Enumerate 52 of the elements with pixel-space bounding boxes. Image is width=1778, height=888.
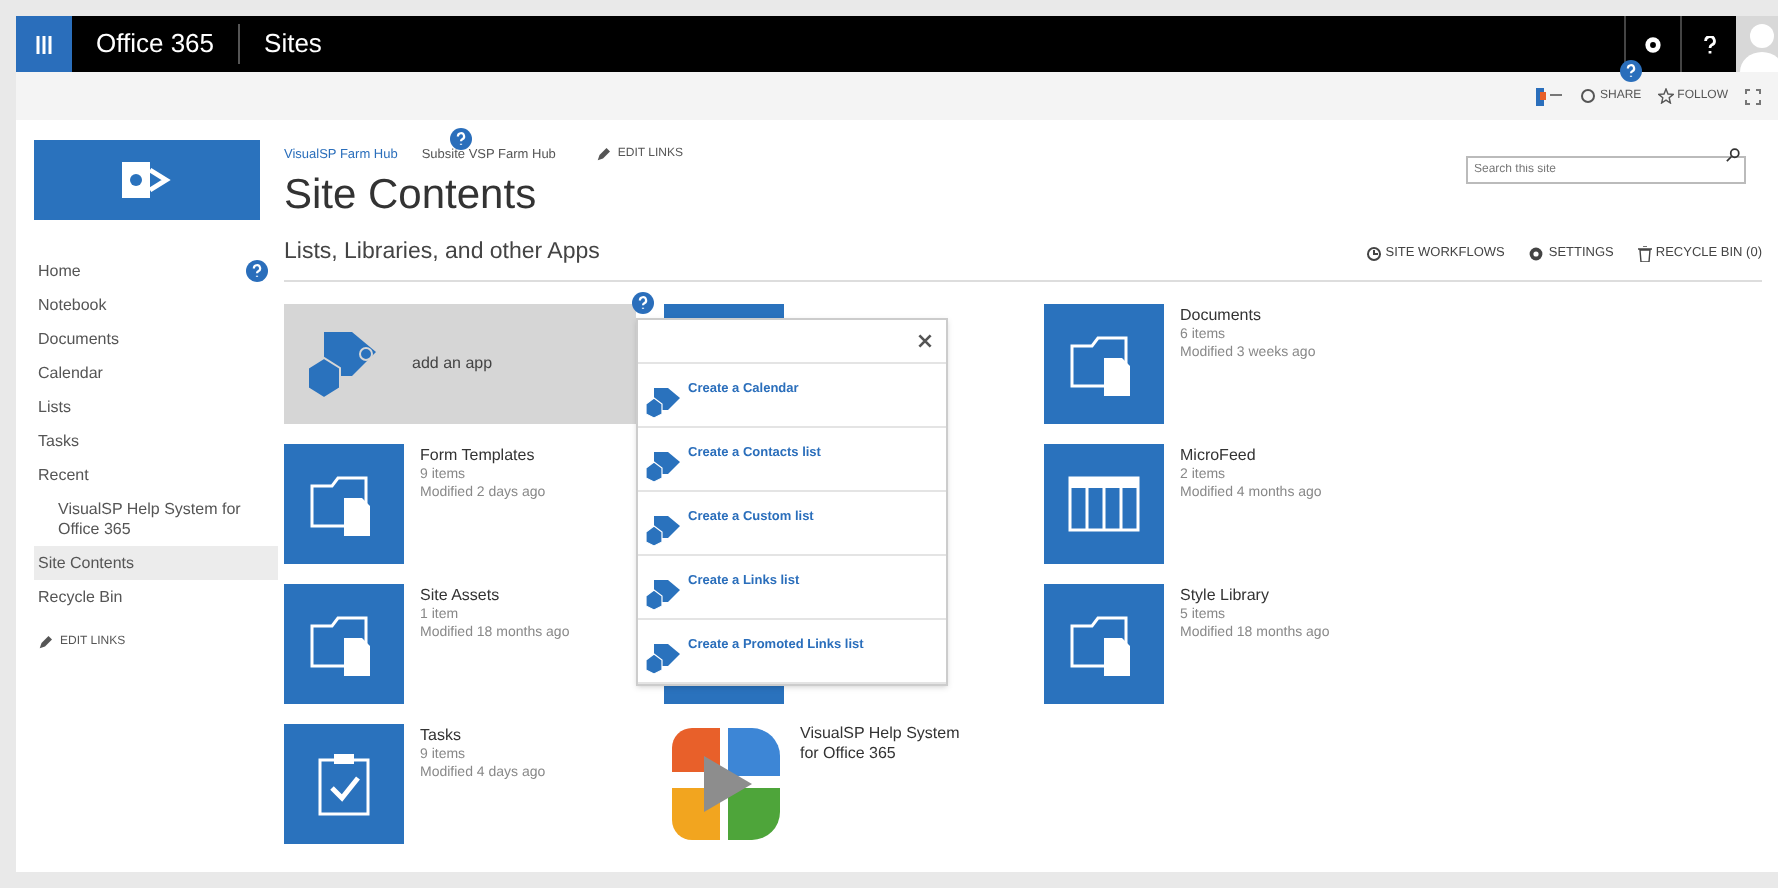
app-tile[interactable] bbox=[1044, 444, 1164, 565]
trash-icon bbox=[1637, 245, 1652, 262]
page-title: Site Contents bbox=[284, 170, 539, 222]
app-name[interactable]: MicroFeed bbox=[1180, 444, 1322, 467]
workflow-icon bbox=[1365, 245, 1382, 262]
nav-item[interactable]: Recycle Bin bbox=[34, 580, 278, 614]
table-icon bbox=[1068, 476, 1140, 533]
app-name[interactable]: Office 365 bbox=[72, 24, 241, 64]
pencil-icon bbox=[38, 636, 52, 650]
site-logo[interactable] bbox=[34, 140, 260, 220]
sync-icon[interactable] bbox=[1535, 87, 1564, 105]
app-cube-icon bbox=[644, 514, 684, 547]
settings-icon bbox=[1644, 35, 1662, 53]
section-name[interactable]: Sites bbox=[240, 24, 346, 64]
share-icon bbox=[1579, 88, 1596, 104]
app-cube-icon bbox=[644, 578, 684, 611]
nav-item[interactable]: Calendar bbox=[34, 356, 278, 390]
app-name[interactable]: Tasks bbox=[420, 724, 546, 747]
app-name[interactable]: Site Assets bbox=[420, 584, 570, 607]
nav-item[interactable]: Notebook bbox=[34, 288, 278, 322]
app-cube-icon bbox=[644, 642, 684, 675]
app-tile[interactable] bbox=[1044, 304, 1164, 425]
nav-item[interactable]: Recent bbox=[34, 458, 278, 492]
help-icon[interactable] bbox=[1620, 60, 1642, 82]
nav-item[interactable]: Tasks bbox=[34, 424, 278, 458]
app-name[interactable]: Form Templates bbox=[420, 444, 546, 467]
help-icon bbox=[1703, 35, 1715, 53]
app-cube-icon bbox=[644, 386, 684, 419]
app-tile[interactable] bbox=[1044, 584, 1164, 705]
app-tile[interactable] bbox=[284, 444, 404, 565]
close-button[interactable] bbox=[916, 332, 934, 351]
nav-item[interactable]: Home bbox=[34, 254, 278, 288]
nav-item[interactable]: VisualSP Help System for Office 365 bbox=[34, 492, 278, 546]
app-cube-icon bbox=[644, 450, 684, 483]
add-app-button[interactable]: add an app bbox=[284, 304, 636, 425]
nav-item[interactable]: Site Contents bbox=[34, 546, 278, 580]
star-icon bbox=[1657, 88, 1674, 104]
app-launcher-button[interactable] bbox=[16, 16, 72, 72]
app-name[interactable]: Documents bbox=[1180, 304, 1316, 327]
app-name[interactable]: Style Library bbox=[1180, 584, 1330, 607]
search-icon bbox=[1726, 147, 1740, 161]
grid-icon bbox=[36, 35, 52, 53]
clipboard-check-icon bbox=[316, 750, 372, 819]
section-heading: Lists, Libraries, and other Apps bbox=[284, 238, 600, 268]
app-tile[interactable] bbox=[284, 584, 404, 705]
pencil-icon bbox=[595, 148, 610, 162]
app-name[interactable]: VisualSP Help System for Office 365 bbox=[800, 724, 980, 845]
app-tile[interactable] bbox=[284, 724, 404, 845]
nav-item[interactable]: Lists bbox=[34, 390, 278, 424]
nav-item[interactable]: Documents bbox=[34, 322, 278, 356]
settings-icon bbox=[1528, 245, 1545, 262]
focus-icon[interactable] bbox=[1744, 87, 1762, 105]
